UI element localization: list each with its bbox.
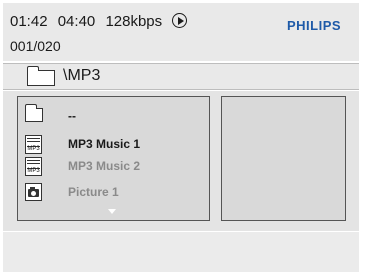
footer-bar [3, 232, 359, 272]
folder-icon [26, 66, 55, 86]
philips-mp3-browser-screen: 01:42 04:40 128kbps PHILIPS 001/020 \MP3… [0, 0, 367, 275]
bitrate: 128kbps [105, 13, 163, 30]
track-counter: 001/020 [10, 38, 61, 54]
list-item-picture-1[interactable]: Picture 1 [68, 185, 119, 199]
list-item-mp3-music-1[interactable]: MP3 Music 1 [68, 137, 140, 151]
down-arrow-icon[interactable] [108, 209, 116, 214]
preview-panel [221, 96, 346, 221]
brand-logo: PHILIPS [287, 18, 342, 33]
camera-icon [25, 183, 42, 201]
current-path: \MP3 [63, 67, 101, 84]
list-item-mp3-music-2[interactable]: MP3 Music 2 [68, 159, 140, 173]
path-bar [3, 63, 359, 90]
elapsed-time: 01:42 [10, 13, 48, 30]
folder-icon [24, 104, 43, 122]
list-item-parent-folder[interactable]: -- [68, 109, 76, 123]
playback-status: 01:42 04:40 128kbps [10, 13, 193, 30]
mp3-file-icon: MP3 [25, 135, 42, 154]
total-time: 04:40 [57, 13, 96, 30]
play-circle-icon [172, 13, 188, 28]
mp3-file-icon: MP3 [25, 157, 42, 176]
